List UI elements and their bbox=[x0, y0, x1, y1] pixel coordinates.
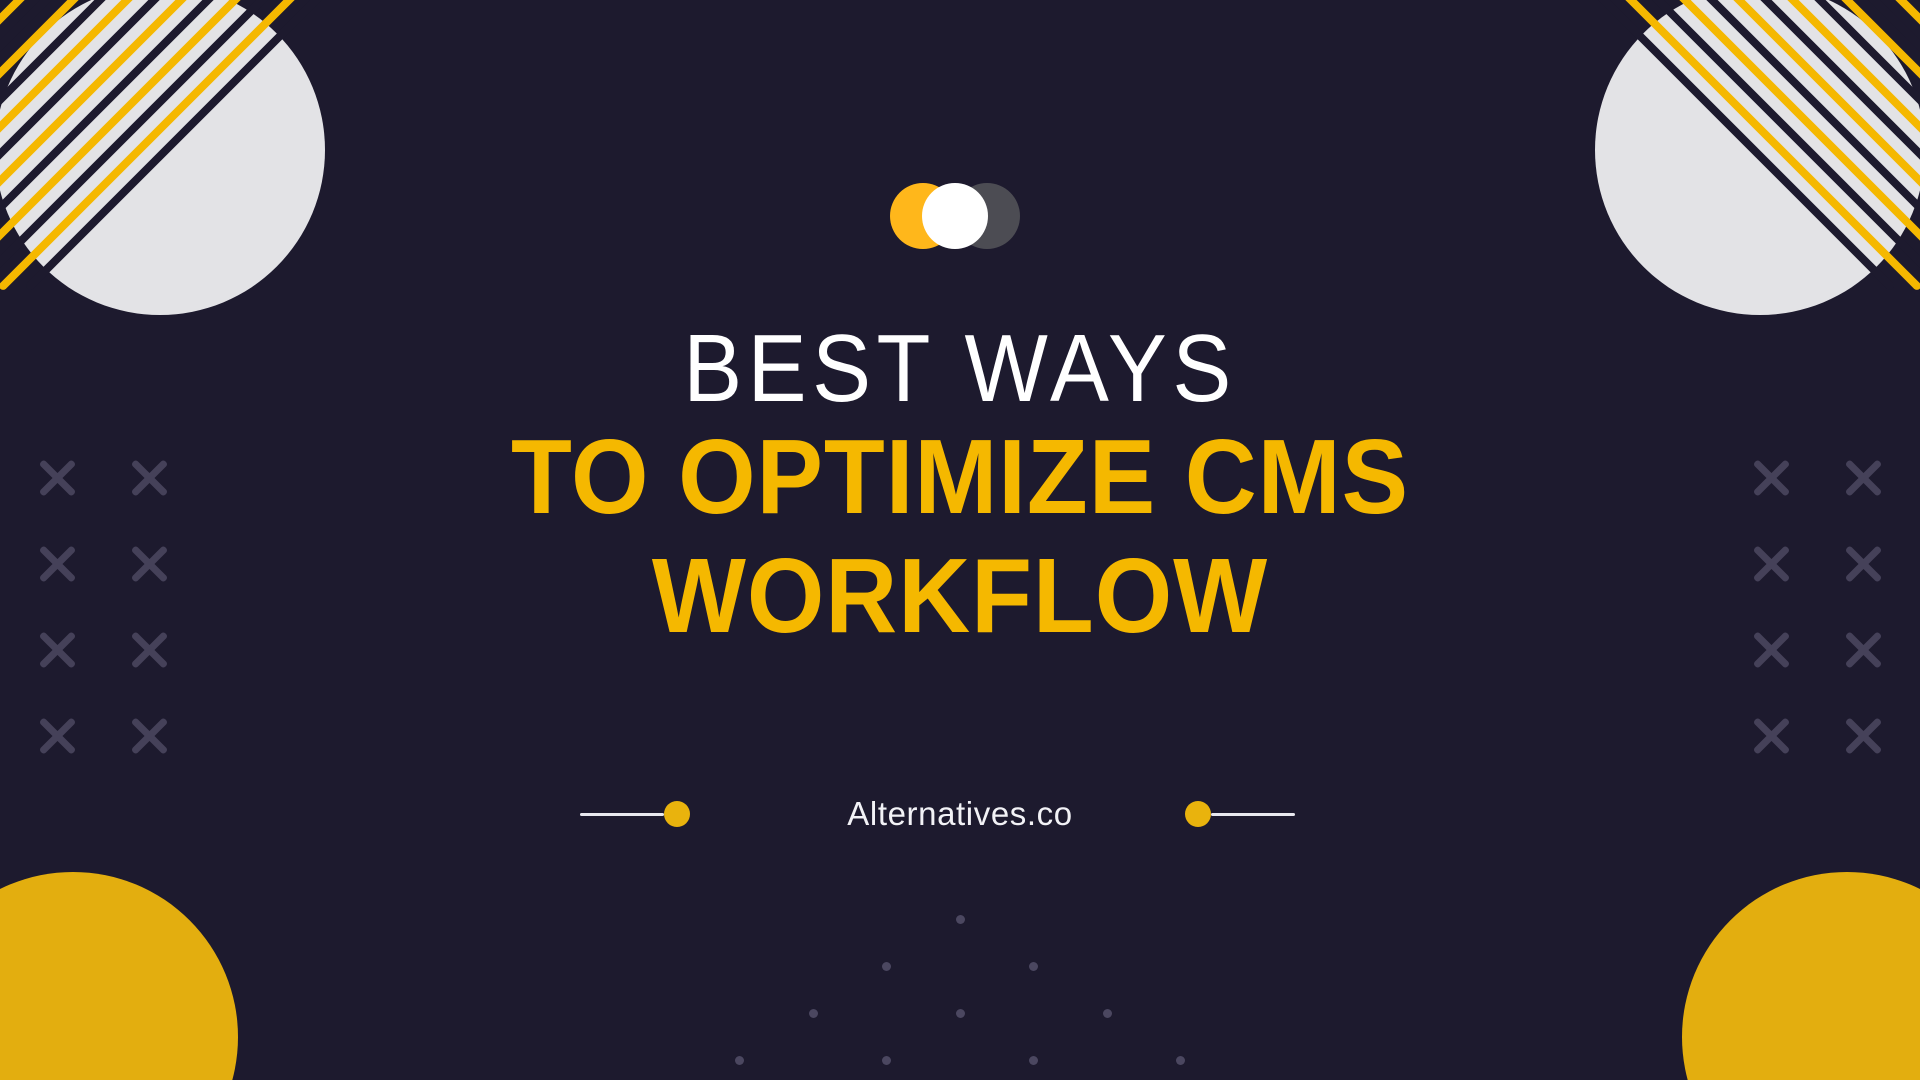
decor-dot bbox=[1029, 962, 1038, 971]
decor-corner-circle-bottom-right bbox=[1682, 872, 1920, 1080]
decor-dot-triangle bbox=[725, 915, 1195, 1065]
brand-name: Alternatives.co bbox=[847, 795, 1073, 832]
banner-canvas: BEST WAYS TO OPTIMIZE CMS WORKFLOW Alter… bbox=[0, 0, 1920, 1080]
decor-striped-disc-top-left bbox=[0, 0, 390, 320]
decor-dot bbox=[955, 915, 965, 924]
decor-x-mark-icon bbox=[1840, 713, 1886, 759]
decor-x-mark-icon bbox=[1748, 713, 1794, 759]
alternatives-logo bbox=[890, 183, 1030, 249]
footer-rule-line-right bbox=[1211, 812, 1295, 816]
decor-dot bbox=[1102, 1009, 1112, 1018]
decor-dot-row bbox=[725, 1009, 1195, 1018]
footer-rule-line-left bbox=[580, 812, 664, 816]
footer-brand-bar: Alternatives.co bbox=[580, 795, 1340, 833]
decor-corner-circle-bottom-left bbox=[0, 872, 238, 1080]
headline-line-2: TO OPTIMIZE CMS bbox=[511, 417, 1409, 536]
footer-rule-dot-left bbox=[664, 801, 690, 827]
decor-dot bbox=[735, 1056, 744, 1065]
decor-dot-row bbox=[725, 962, 1195, 971]
decor-dot bbox=[1029, 1056, 1038, 1065]
decor-dot-row bbox=[725, 1056, 1195, 1065]
decor-x-mark-icon bbox=[34, 713, 80, 759]
headline-line-3: WORKFLOW bbox=[651, 536, 1269, 655]
decor-dot bbox=[882, 962, 891, 971]
decor-striped-disc-top-right bbox=[1530, 0, 1920, 320]
logo-white-circle-icon bbox=[922, 183, 988, 249]
footer-rule-right bbox=[1185, 801, 1340, 827]
decor-stripe-group bbox=[1530, 0, 1920, 320]
decor-dot bbox=[808, 1009, 818, 1018]
headline-block: BEST WAYS TO OPTIMIZE CMS WORKFLOW bbox=[0, 320, 1920, 655]
decor-dot-row bbox=[725, 915, 1195, 924]
decor-stripe-group bbox=[0, 0, 390, 320]
decor-x-mark-icon bbox=[126, 713, 172, 759]
footer-rule-dot-right bbox=[1185, 801, 1211, 827]
footer-rule-left bbox=[580, 801, 735, 827]
decor-dot bbox=[882, 1056, 891, 1065]
decor-dot bbox=[955, 1009, 965, 1018]
headline-line-1: BEST WAYS bbox=[683, 315, 1237, 422]
decor-dot bbox=[1176, 1056, 1185, 1065]
